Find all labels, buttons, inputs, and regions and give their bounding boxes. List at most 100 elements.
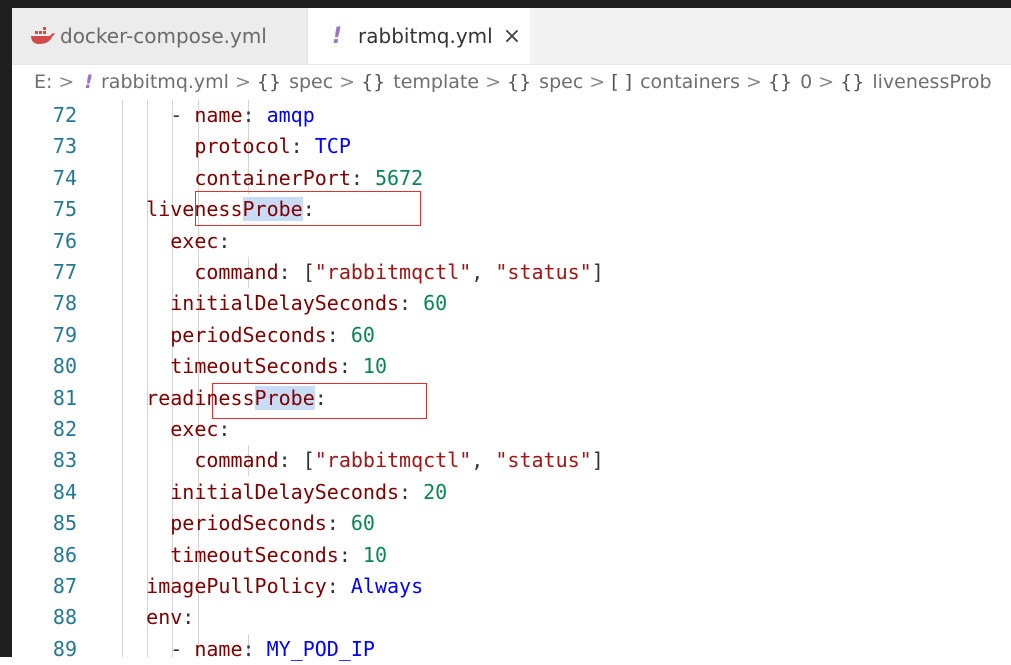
chevron-right-icon: > bbox=[339, 71, 356, 93]
code-token: - bbox=[98, 636, 195, 661]
breadcrumb-item[interactable]: spec bbox=[539, 71, 583, 93]
code-token: : bbox=[350, 165, 375, 190]
code-token: initialDelaySeconds bbox=[170, 291, 400, 316]
code-line: 85 periodSeconds: 60 bbox=[12, 508, 1011, 539]
code-token: : bbox=[338, 354, 363, 379]
code-token: MY_POD_IP bbox=[266, 636, 375, 661]
line-number: 72 bbox=[52, 103, 77, 127]
line-number: 85 bbox=[52, 511, 77, 536]
breadcrumb-item[interactable]: template bbox=[393, 71, 479, 93]
code-text: periodSeconds: 60 bbox=[98, 508, 375, 539]
window-top-bar bbox=[0, 0, 1011, 8]
tab-rabbitmq[interactable]: ! rabbitmq.yml × bbox=[308, 8, 530, 64]
code-text: periodSeconds: 60 bbox=[98, 320, 375, 351]
breadcrumb-file[interactable]: rabbitmq.yml bbox=[101, 71, 229, 93]
chevron-right-icon: > bbox=[58, 71, 75, 93]
code-token: Always bbox=[350, 574, 424, 598]
breadcrumb-item[interactable]: spec bbox=[289, 71, 333, 93]
code-token: : bbox=[302, 197, 315, 222]
close-icon[interactable]: × bbox=[503, 24, 521, 49]
line-number: 89 bbox=[52, 636, 77, 661]
code-token: command bbox=[194, 448, 279, 473]
code-line: 82 exec: bbox=[12, 414, 1011, 445]
code-token: : bbox=[399, 291, 424, 316]
code-token: : bbox=[182, 605, 195, 630]
code-token: : bbox=[399, 479, 424, 504]
code-text: - name: MY_POD_IP bbox=[98, 634, 375, 665]
code-token: protocol bbox=[194, 134, 291, 159]
line-number: 75 bbox=[52, 197, 77, 222]
line-number: 87 bbox=[52, 574, 77, 598]
breadcrumb-drive[interactable]: E: bbox=[34, 71, 52, 93]
code-token: timeoutSeconds bbox=[170, 354, 339, 379]
tab-label: rabbitmq.yml bbox=[358, 24, 493, 48]
line-number: 74 bbox=[52, 165, 77, 190]
code-token: 10 bbox=[362, 354, 388, 379]
breadcrumb-item[interactable]: containers bbox=[640, 71, 740, 93]
code-text: containerPort: 5672 bbox=[98, 163, 423, 194]
window-left-bar bbox=[0, 8, 12, 657]
code-token: , bbox=[471, 448, 496, 473]
chevron-right-icon: > bbox=[818, 71, 835, 93]
code-text: timeoutSeconds: 10 bbox=[98, 351, 387, 382]
code-token: Probe bbox=[242, 197, 303, 222]
line-number: 77 bbox=[52, 260, 77, 284]
code-line: 86 timeoutSeconds: 10 bbox=[12, 540, 1011, 571]
tab-docker-compose[interactable]: docker-compose.yml bbox=[12, 8, 308, 64]
array-symbol-icon: [ ] bbox=[611, 71, 633, 93]
code-token: : bbox=[326, 574, 351, 598]
object-symbol-icon: {} bbox=[256, 71, 282, 93]
code-line: 77 command: ["rabbitmqctl", "status"] bbox=[12, 257, 1011, 288]
code-token: 60 bbox=[350, 322, 375, 347]
chevron-right-icon: > bbox=[589, 71, 606, 93]
code-token: periodSeconds bbox=[170, 322, 327, 347]
object-symbol-icon: {} bbox=[506, 71, 532, 93]
code-token: initialDelaySeconds bbox=[170, 479, 400, 504]
line-number: 73 bbox=[52, 134, 77, 159]
line-number: 80 bbox=[52, 354, 77, 379]
code-editor[interactable]: 72 - name: amqp 73 protocol: TCP 74 contai… bbox=[12, 100, 1011, 661]
code-token: name bbox=[194, 636, 243, 661]
code-token: : bbox=[326, 322, 351, 347]
object-symbol-icon: {} bbox=[361, 71, 386, 93]
editor-tab-bar: docker-compose.yml ! rabbitmq.yml × bbox=[12, 8, 1011, 65]
code-token: "rabbitmqctl" bbox=[314, 260, 472, 284]
code-line: 80 timeoutSeconds: 10 bbox=[12, 351, 1011, 382]
code-line: 76 exec: bbox=[12, 226, 1011, 257]
code-line: 89 - name: MY_POD_IP bbox=[12, 634, 1011, 665]
line-number: 86 bbox=[52, 542, 77, 567]
breadcrumb-item[interactable]: livenessProb bbox=[872, 71, 991, 93]
line-number: 88 bbox=[52, 605, 77, 630]
code-line: 88 env: bbox=[12, 602, 1011, 633]
code-token: Probe bbox=[254, 385, 315, 410]
code-token: 20 bbox=[423, 479, 448, 504]
code-token: : bbox=[326, 511, 351, 536]
code-text: command: ["rabbitmqctl", "status"] bbox=[98, 257, 603, 288]
chevron-right-icon: > bbox=[746, 71, 762, 93]
code-token: name bbox=[194, 103, 243, 127]
code-text: command: ["rabbitmqctl", "status"] bbox=[98, 445, 604, 476]
code-text: initialDelaySeconds: 20 bbox=[98, 477, 447, 508]
breadcrumb-item[interactable]: 0 bbox=[800, 71, 812, 93]
code-line: 75 livenessProbe: bbox=[12, 194, 1011, 225]
code-line: 73 protocol: TCP bbox=[12, 131, 1011, 162]
yaml-exclamation-icon: ! bbox=[84, 71, 93, 93]
code-token: ] bbox=[591, 448, 604, 473]
chevron-right-icon: > bbox=[234, 71, 251, 93]
object-symbol-icon: {} bbox=[840, 71, 865, 93]
code-token: 5672 bbox=[374, 165, 424, 190]
code-token: : bbox=[218, 228, 231, 253]
code-token: 60 bbox=[350, 511, 375, 536]
code-token: : bbox=[242, 103, 267, 127]
tab-label: docker-compose.yml bbox=[60, 24, 267, 48]
code-token: imagePullPolicy bbox=[146, 574, 327, 598]
